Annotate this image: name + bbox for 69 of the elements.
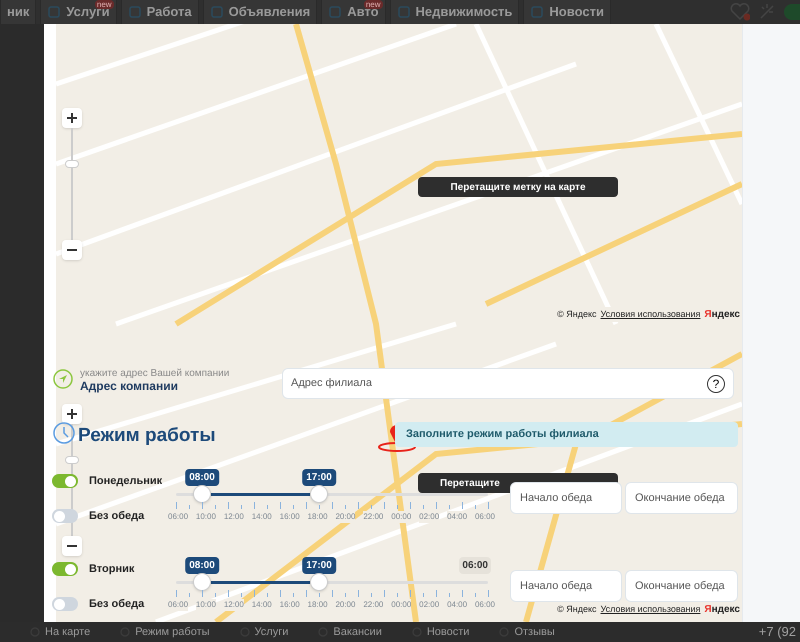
hour-label: 12:00	[224, 599, 244, 611]
nav-tab[interactable]: Новости	[523, 0, 611, 24]
copyright-text: © Яндекс	[557, 602, 597, 616]
no-lunch-label: Без обеда	[89, 509, 144, 524]
time-label: 06:00	[459, 557, 491, 574]
nav-icon	[396, 5, 411, 19]
help-button[interactable]: ?	[707, 374, 725, 392]
nav-tab[interactable]: Недвижимость	[390, 0, 520, 24]
address-title: Адрес компании	[80, 378, 178, 395]
nav-tab[interactable]: Работа	[120, 0, 199, 24]
section-link[interactable]: Услуги	[240, 624, 288, 640]
schedule-title: Режим работы	[78, 424, 216, 448]
clock-icon	[52, 421, 76, 445]
new-badge: new	[364, 0, 383, 9]
minus-icon	[67, 249, 77, 251]
toggle-switch[interactable]	[52, 562, 78, 576]
copyright-text: © Яндекс	[557, 308, 597, 321]
toggle-switch[interactable]	[52, 509, 78, 524]
nav-tab[interactable]: Объявления	[202, 0, 318, 24]
map-tooltip: Перетащите метку на карте	[418, 177, 618, 197]
map-logo: Яндекс	[704, 308, 740, 322]
zoom-in-button[interactable]	[62, 404, 82, 424]
hour-label: 06:00	[168, 599, 188, 611]
nav-icon	[328, 5, 342, 19]
no-lunch-label: Без обеда	[89, 597, 144, 612]
notice-banner: Заполните режим работы филиала	[395, 422, 738, 447]
plus-icon	[67, 409, 77, 419]
zoom-handle[interactable]	[65, 456, 79, 464]
section-link[interactable]: Новости	[412, 624, 470, 640]
map-logo: Яндекс	[704, 603, 740, 617]
phone-number: +7 (92	[758, 624, 797, 640]
zoom-out-button[interactable]	[62, 536, 82, 556]
time-label: 17:00	[302, 557, 336, 574]
plus-icon	[67, 113, 77, 123]
time-label: 17:00	[302, 469, 336, 486]
zoom-out-button[interactable]	[62, 240, 82, 260]
toggle-switch[interactable]	[52, 474, 78, 488]
toggle-switch[interactable]	[52, 597, 78, 612]
zoom-in-button[interactable]	[62, 108, 82, 128]
address-field[interactable]: Адрес филиала ?	[282, 368, 734, 399]
profile-icon[interactable]	[784, 4, 800, 20]
terms-link[interactable]: Условия использования	[600, 602, 700, 616]
nav-icon	[128, 5, 142, 19]
heart-icon[interactable]	[730, 3, 750, 21]
minus-icon	[67, 545, 77, 547]
day-label: Вторник	[89, 562, 134, 577]
section-link[interactable]: Режим работы	[120, 624, 210, 640]
nav-icon	[210, 5, 224, 19]
hour-label: 00:00	[391, 511, 412, 523]
section-link[interactable]: Вакансии	[318, 624, 382, 640]
hour-label: 02:00	[419, 511, 440, 523]
zoom-handle[interactable]	[65, 160, 79, 168]
section-link[interactable]: На карте	[30, 624, 90, 640]
section-link[interactable]: Отзывы	[499, 624, 555, 640]
lunch-time-field[interactable]: Начало обеда	[510, 482, 622, 514]
location-icon	[53, 369, 73, 389]
nav-icon	[530, 5, 544, 19]
new-badge: new	[94, 0, 114, 9]
time-label: 08:00	[185, 469, 219, 486]
lunch-time-field[interactable]: Окончание обеда	[625, 482, 738, 514]
terms-link[interactable]: Условия использования	[600, 308, 700, 322]
day-label: Понедельник	[89, 474, 162, 489]
lunch-time-field[interactable]: Начало обеда	[510, 570, 622, 602]
time-label: 08:00	[185, 557, 219, 574]
nav-tab[interactable]: ник	[0, 0, 36, 24]
nav-icon	[47, 5, 62, 19]
address-hint: укажите адрес Вашей компании	[80, 366, 230, 381]
hour-label: 10:00	[196, 599, 216, 611]
lunch-time-field[interactable]: Окончание обеда	[625, 570, 738, 602]
